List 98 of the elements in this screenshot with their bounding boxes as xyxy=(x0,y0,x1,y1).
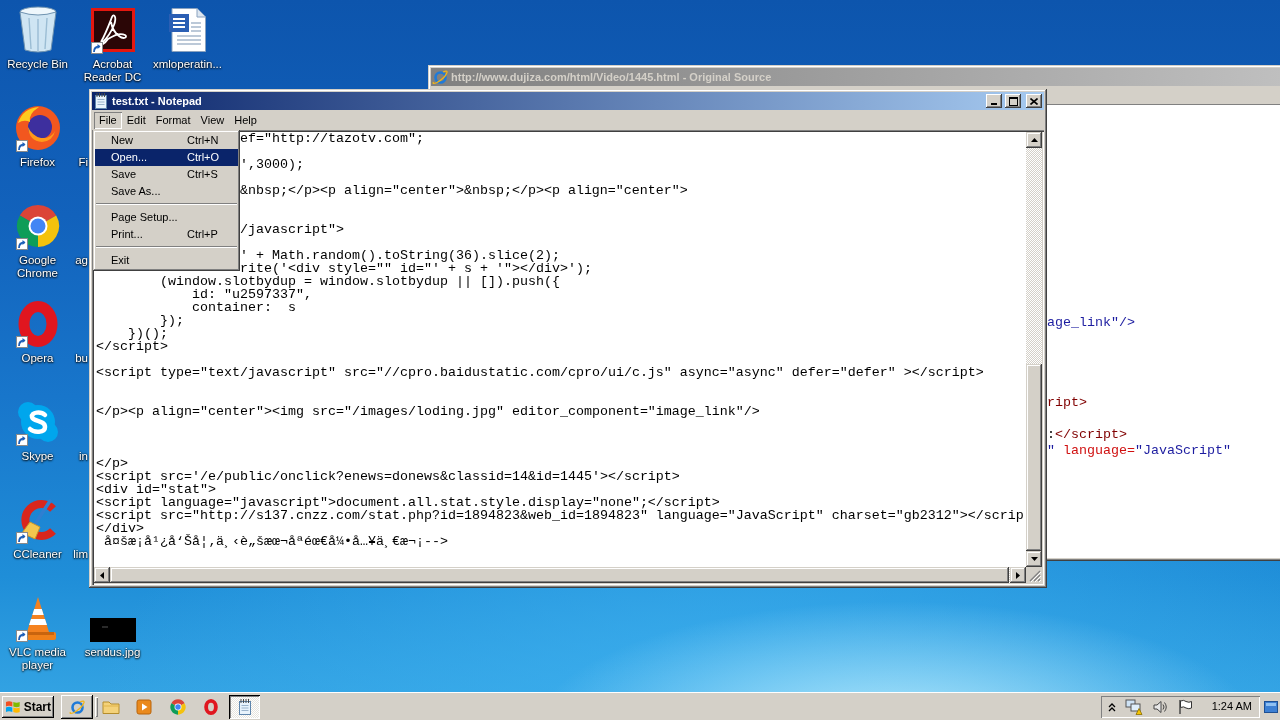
text-line: (window.slotbydup = window.slotbydup || []).push({ xyxy=(160,274,560,289)
keyboard-shortcut: Ctrl+S xyxy=(187,167,218,182)
recycle-bin-icon[interactable] xyxy=(17,6,58,54)
speaker-icon[interactable] xyxy=(1151,699,1168,715)
text-line: <script type="text/javascript" src="//cpro.baidustatic.com/cpro/ui/c.js" async="async" defer="defer" ></script> xyxy=(96,365,984,380)
globe-icon[interactable] xyxy=(14,105,61,151)
start-button[interactable]: Start xyxy=(2,696,54,718)
text-line: </script> xyxy=(96,339,168,354)
show-desktop-icon[interactable] xyxy=(1264,700,1278,714)
menu-entry[interactable]: Open... Ctrl+O xyxy=(95,149,238,166)
text-line: ' + Math.random().toString(36).slice(2); xyxy=(239,248,560,263)
text-line: <script language="javascript">document.all.stat.style.display="none";</script> xyxy=(96,495,720,510)
color-wheel-icon[interactable] xyxy=(15,204,60,248)
desktop-icon-label[interactable]: CCleaner xyxy=(13,548,62,561)
keyboard-shortcut: Ctrl+N xyxy=(187,133,219,148)
desktop-icon-label[interactable]: Skype xyxy=(21,450,54,463)
chevron-up-icon[interactable] xyxy=(1107,702,1116,712)
maximize-icon xyxy=(1008,96,1018,106)
ring-icon[interactable] xyxy=(17,301,58,347)
text-line: ef="http://tazotv.com"; xyxy=(239,132,424,146)
menu-entry[interactable]: Print... Ctrl+P xyxy=(95,226,238,243)
left-arrow-icon xyxy=(100,571,104,579)
text-line: å¤šæ¡å¹¿å‘Šå¦‚ä¸‹è„šæœ¬åªéœ€å¼•å…¥ä¸€æ¬¡--> xyxy=(104,534,448,549)
minimize-button[interactable] xyxy=(986,94,1002,108)
text-editor-field[interactable] xyxy=(94,132,1026,567)
text-line: </p> xyxy=(96,456,128,471)
close-icon xyxy=(1030,97,1038,105)
scrollbar-thumb[interactable] xyxy=(1026,364,1042,551)
ring-icon[interactable] xyxy=(204,699,218,715)
clock-text[interactable]: 1:24 AM xyxy=(1211,700,1252,714)
desktop-icon-label[interactable]: in xyxy=(79,450,88,463)
up-arrow-icon xyxy=(1030,138,1038,142)
text-line: <script src='/e/public/onclick?enews=donews&classid=14&id=1445'></script> xyxy=(96,469,680,484)
desktop-icon-label[interactable]: Recycle Bin xyxy=(7,58,68,71)
play-icon[interactable] xyxy=(136,699,152,715)
menu-entry[interactable]: Page Setup... xyxy=(95,209,238,226)
text-line: }); xyxy=(160,313,184,328)
text-line: /javascript"> xyxy=(239,222,344,237)
menu-entry[interactable]: Exit xyxy=(95,252,238,269)
keyboard-shortcut: Ctrl+O xyxy=(187,150,220,165)
source-line: " language="JavaScript" xyxy=(1047,443,1231,458)
menu-item[interactable]: Help xyxy=(229,112,262,129)
window-title: http://www.dujiza.com/html/Video/1445.html - Original Source xyxy=(451,70,772,84)
desktop-icon-label[interactable]: Firefox xyxy=(19,156,56,169)
text-line: id: "u2597337", xyxy=(192,287,312,302)
orbit-globe-icon xyxy=(432,69,448,85)
text-line: rite('<div style="" id="' + s + '"></div>'); xyxy=(239,261,592,276)
taskbar-button[interactable] xyxy=(229,695,260,719)
scroll-up-button[interactable] xyxy=(1026,132,1042,148)
menu-entry[interactable]: New Ctrl+N xyxy=(95,132,238,149)
text-line: &nbsp;</p><p align="center">&nbsp;</p><p align="center"> xyxy=(239,183,688,198)
menu-item[interactable]: View xyxy=(195,112,230,129)
desktop-icon-label[interactable]: Fi xyxy=(78,156,88,169)
keyboard-shortcut: Ctrl+P xyxy=(187,227,218,242)
swirl-tile-icon[interactable] xyxy=(90,8,135,52)
desktop-icon-label[interactable]: lim xyxy=(73,548,88,561)
source-line: :</script> xyxy=(1047,427,1127,442)
source-line: age_link"/> xyxy=(1047,315,1135,330)
menu-item[interactable]: Format xyxy=(150,112,196,129)
notepad-icon xyxy=(236,699,253,715)
close-button[interactable] xyxy=(1026,94,1042,108)
network-warning-icon[interactable] xyxy=(1124,699,1143,715)
document-icon[interactable] xyxy=(168,7,207,53)
scrollbar-thumb[interactable] xyxy=(110,567,1009,583)
text-line: container: s xyxy=(192,300,296,315)
menu-entry[interactable]: Save As... xyxy=(95,183,238,200)
window-title: test.txt - Notepad xyxy=(112,94,202,108)
text-line: <div id="stat"> xyxy=(96,482,216,497)
down-arrow-icon xyxy=(1030,557,1038,561)
menu-item[interactable]: File xyxy=(94,112,122,129)
desktop-icon-label[interactable]: ag xyxy=(75,254,88,267)
desktop-icon-label[interactable]: Opera xyxy=(21,352,54,365)
maximize-button[interactable] xyxy=(1005,94,1021,108)
text-line: <script src="http://s137.cnzz.com/stat.php?id=1894823&web_id=1894823" language="JavaScript" charset="gb2312"></scrip xyxy=(96,508,1024,523)
scroll-right-button[interactable] xyxy=(1010,567,1026,583)
desktop-icon-label[interactable]: Google Chrome xyxy=(0,254,75,280)
menu-entry[interactable]: Save Ctrl+S xyxy=(95,166,238,183)
desktop-icon-label[interactable]: bu xyxy=(75,352,88,365)
desktop-icon-label[interactable]: Acrobat Reader DC xyxy=(75,58,150,84)
text-line: </p><p align="center"><img src="/images/loding.jpg" editor_component="image_link"/> xyxy=(96,404,760,419)
scroll-down-button[interactable] xyxy=(1026,551,1042,567)
color-wheel-icon[interactable] xyxy=(170,699,186,715)
text-line: </div> xyxy=(96,521,144,536)
source-line: ript> xyxy=(1047,395,1087,410)
text-line: ',3000); xyxy=(239,157,304,172)
flag-icon[interactable] xyxy=(1176,699,1193,715)
menu-item[interactable]: Edit xyxy=(121,112,151,129)
scroll-left-button[interactable] xyxy=(94,567,110,583)
resize-grip-icon[interactable] xyxy=(1029,570,1041,582)
cloud-icon[interactable] xyxy=(15,400,60,444)
orbit-globe-icon xyxy=(69,699,85,715)
taskbar-button[interactable] xyxy=(61,695,93,719)
start-logo-icon xyxy=(5,699,21,715)
notepad-icon xyxy=(93,93,109,109)
text-line: })(); xyxy=(128,326,168,341)
right-arrow-icon xyxy=(1016,571,1020,579)
image-thumbnail[interactable] xyxy=(89,618,136,642)
desktop-icon-label[interactable]: xmloperatin... xyxy=(153,58,222,71)
